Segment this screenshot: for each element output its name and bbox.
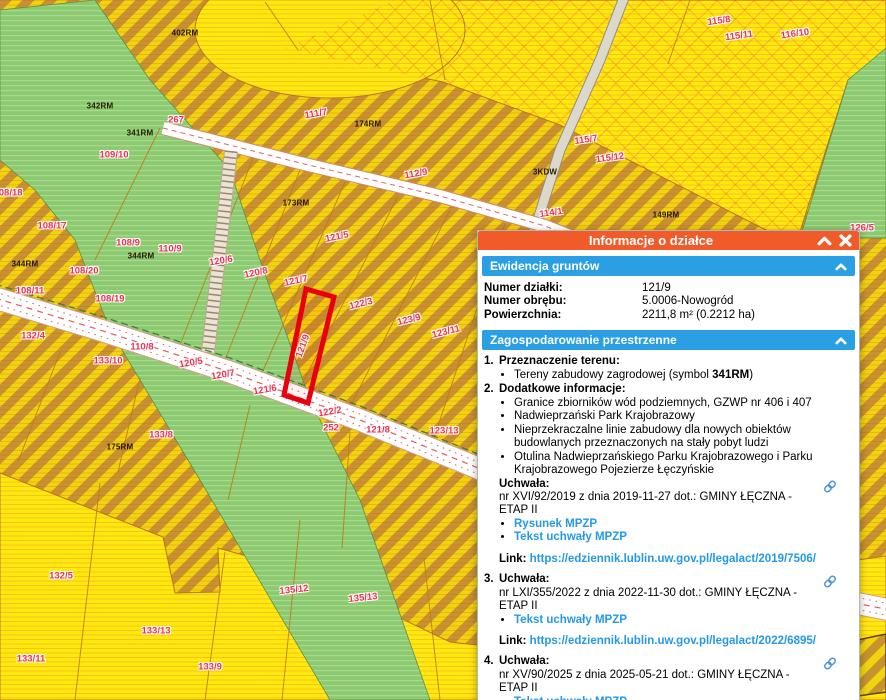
mpzp-link[interactable]: Rysunek MPZP [514, 518, 597, 530]
resolution-heading: Uchwała: [499, 573, 550, 586]
resolution-heading: Uchwała: [499, 655, 550, 668]
map-app-screen: 402RM 342RM 341RM 174RM 173RM 3KDW 149RM 344RM 3… [0, 0, 886, 700]
legal-act-link-row: Link: https://edziennik.lublin.uw.gov.pl… [499, 552, 816, 565]
link-icon[interactable] [823, 479, 837, 494]
entry-heading: Dodatkowe informacje: [499, 383, 626, 396]
entry-number: 1. [484, 355, 494, 368]
resolution-number-line: nr XVI/92/2019 z dnia 2019-11-27 dot.: G… [499, 490, 792, 517]
entry-bullet: Tereny zabudowy zagrodowej (symbol 341RM… [514, 369, 835, 382]
panel-header: Informacje o działce [478, 231, 859, 250]
ewidencja-row: Numer obrębu: 5.0006-Nowogród [484, 295, 853, 308]
zoning-list: 1. Przeznaczenie terenu:Tereny zabudowy z… [482, 354, 855, 700]
entry-bullet: Nieprzekraczalne linie zabudowy dla nowy… [514, 424, 835, 451]
chevron-up-icon[interactable] [835, 262, 847, 271]
mpzp-link-item: Tekst uchwały MPZP [514, 696, 821, 700]
ewidencja-row: Powierzchnia: 2211,8 m² (0.2212 ha) [484, 309, 853, 322]
legal-act-link-row: Link: https://edziennik.lublin.uw.gov.pl… [499, 635, 816, 648]
mpzp-link-item: Tekst uchwały MPZP [514, 531, 821, 544]
section-ewidencja-header[interactable]: Ewidencja gruntów [482, 256, 855, 277]
chevron-up-icon[interactable] [835, 336, 847, 345]
legal-act-link[interactable]: https://edziennik.lublin.uw.gov.pl/legal… [530, 635, 816, 647]
entry-bullet: Granice zbiorników wód podziemnych, GZWP… [514, 397, 835, 410]
field-value: 121/9 [642, 282, 671, 295]
entry-heading: Przeznaczenie terenu: [499, 355, 620, 368]
section-zoning-header[interactable]: Zagospodarowanie przestrzenne [482, 330, 855, 351]
entry-number: 2. [484, 383, 494, 396]
field-label: Numer obrębu: [484, 295, 567, 308]
mpzp-link[interactable]: Tekst uchwały MPZP [514, 531, 627, 543]
entry-number: 4. [484, 655, 494, 668]
resolution-block: Uchwała: nr XVI/92/2019 z dnia 2019-11-27… [499, 477, 837, 567]
entry-number: 3. [484, 573, 494, 586]
mpzp-link-item: Tekst uchwały MPZP [514, 614, 821, 627]
link-icon[interactable] [823, 656, 837, 671]
zoning-entry: 4. Uchwała: nr XV/90/2025 z dnia 2025-05-2… [484, 655, 853, 700]
parcel-info-panel: Informacje o działce Ewidencja gruntów N… [477, 230, 860, 700]
mpzp-link[interactable]: Tekst uchwały MPZP [514, 614, 627, 626]
section-zoning-title: Zagospodarowanie przestrzenne [490, 333, 677, 348]
entry-bullet: Otulina Nadwieprzańskiego Parku Krajobra… [514, 451, 835, 478]
ewidencja-row: Numer działki: 121/9 [484, 282, 853, 295]
close-icon[interactable] [839, 234, 852, 247]
ewidencja-rows: Numer działki: 121/9 Numer obrębu: 5.0006-N… [482, 280, 855, 328]
zoning-entry: 3. Uchwała: nr LXI/355/2022 z dnia 2022-11… [484, 573, 853, 654]
zoning-entry: 1. Przeznaczenie terenu:Tereny zabudowy z… [484, 355, 853, 382]
entry-bullet: Nadwieprzański Park Krajobrazowy [514, 410, 835, 423]
legal-act-link[interactable]: https://edziennik.lublin.uw.gov.pl/legal… [530, 553, 816, 565]
resolution-heading: Uchwała: [499, 477, 550, 490]
field-value: 2211,8 m² (0.2212 ha) [642, 308, 755, 321]
link-icon[interactable] [823, 574, 837, 589]
zoning-entry: 2. Dodatkowe informacje:Granice zbiornikó… [484, 383, 853, 572]
section-ewidencja-title: Ewidencja gruntów [490, 259, 600, 273]
mpzp-link-item: Rysunek MPZP [514, 518, 821, 531]
collapse-icon[interactable] [817, 235, 832, 246]
field-label: Numer działki: [484, 282, 563, 295]
mpzp-link[interactable]: Tekst uchwały MPZP [514, 696, 627, 700]
field-label: Powierzchnia: [484, 308, 562, 321]
resolution-number-line: nr XV/90/2025 z dnia 2025-05-21 dot.: GM… [499, 668, 790, 695]
resolution-number-line: nr LXI/355/2022 z dnia 2022-11-30 dot.: … [499, 586, 798, 613]
panel-title: Informacje o działce [588, 232, 714, 248]
field-value: 5.0006-Nowogród [642, 295, 734, 308]
